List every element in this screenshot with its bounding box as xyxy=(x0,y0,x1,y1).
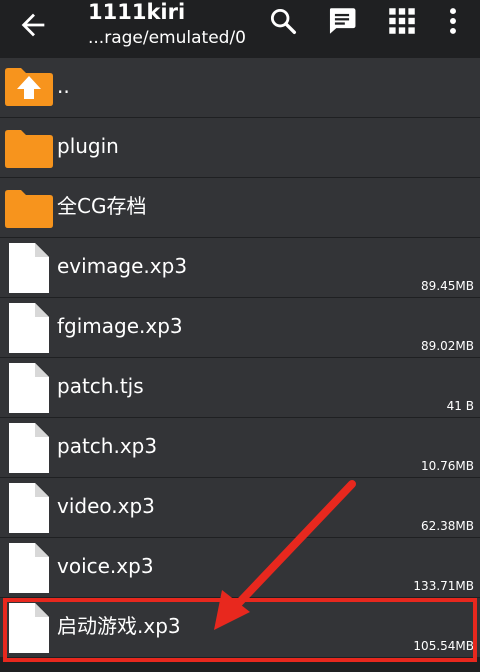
file-icon xyxy=(9,603,49,653)
back-arrow-icon[interactable] xyxy=(16,8,50,42)
toolbar: 1111kiri ...rage/emulated/0 xyxy=(0,0,480,58)
file-name: fgimage.xp3 xyxy=(57,314,183,338)
file-row-folder[interactable]: 全CG存档 xyxy=(0,178,480,238)
file-icon xyxy=(9,363,49,413)
file-name: patch.xp3 xyxy=(57,434,158,458)
parent-folder-icon xyxy=(5,68,53,106)
folder-icon xyxy=(5,130,53,168)
message-icon[interactable] xyxy=(325,4,359,38)
file-row-parent[interactable]: .. xyxy=(0,58,480,118)
more-vert-icon[interactable] xyxy=(436,4,470,38)
file-list: .. plugin 全CG存档 evimage.xp3 89.45MB fgim… xyxy=(0,58,480,658)
file-row[interactable]: video.xp3 62.38MB xyxy=(0,478,480,538)
file-name: 全CG存档 xyxy=(57,194,147,218)
search-icon[interactable] xyxy=(266,4,300,38)
file-name: plugin xyxy=(57,134,119,158)
file-icon xyxy=(9,303,49,353)
folder-title: 1111kiri xyxy=(88,0,186,24)
file-row[interactable]: evimage.xp3 89.45MB xyxy=(0,238,480,298)
file-size: 62.38MB xyxy=(421,519,474,533)
file-row[interactable]: voice.xp3 133.71MB xyxy=(0,538,480,598)
file-name: .. xyxy=(57,74,70,98)
file-row-folder[interactable]: plugin xyxy=(0,118,480,178)
folder-icon xyxy=(5,190,53,228)
file-size: 10.76MB xyxy=(421,459,474,473)
file-size: 89.02MB xyxy=(421,339,474,353)
folder-path: ...rage/emulated/0 xyxy=(88,28,246,48)
file-name: 启动游戏.xp3 xyxy=(57,614,181,638)
file-name: evimage.xp3 xyxy=(57,254,188,278)
file-size: 133.71MB xyxy=(413,579,474,593)
file-row-highlighted[interactable]: 启动游戏.xp3 105.54MB xyxy=(0,598,480,658)
file-size: 41 B xyxy=(446,399,474,413)
grid-icon[interactable] xyxy=(385,4,419,38)
file-size: 105.54MB xyxy=(413,639,474,653)
file-name: patch.tjs xyxy=(57,374,144,398)
file-icon xyxy=(9,423,49,473)
file-row[interactable]: fgimage.xp3 89.02MB xyxy=(0,298,480,358)
file-row[interactable]: patch.tjs 41 B xyxy=(0,358,480,418)
file-icon xyxy=(9,483,49,533)
file-row[interactable]: patch.xp3 10.76MB xyxy=(0,418,480,478)
file-name: video.xp3 xyxy=(57,494,155,518)
file-name: voice.xp3 xyxy=(57,554,154,578)
file-size: 89.45MB xyxy=(421,279,474,293)
file-icon xyxy=(9,543,49,593)
file-icon xyxy=(9,243,49,293)
title-area: 1111kiri ...rage/emulated/0 xyxy=(88,0,248,48)
